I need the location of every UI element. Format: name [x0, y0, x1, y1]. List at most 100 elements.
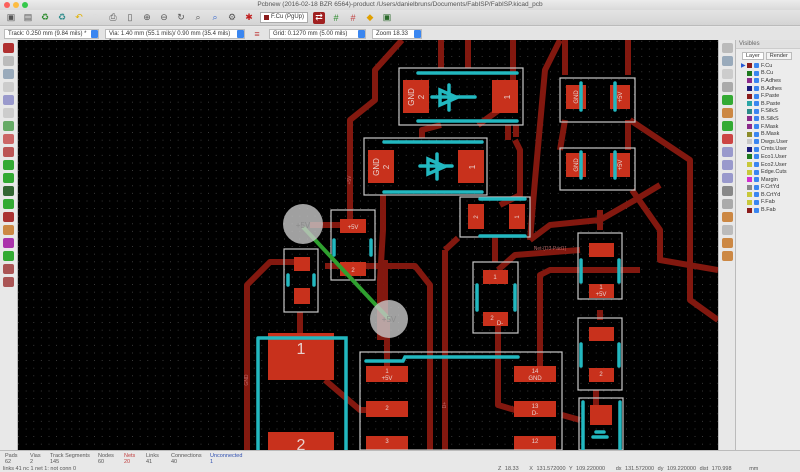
- cursor-shape-icon[interactable]: [3, 108, 14, 118]
- microwave-toolbar-icon[interactable]: [3, 251, 14, 261]
- tab-layer[interactable]: Layer: [742, 52, 764, 60]
- add-text-icon[interactable]: [721, 186, 733, 196]
- minimize-window-button[interactable]: [13, 2, 19, 8]
- layer-row[interactable]: Eco1.User: [736, 153, 800, 161]
- via-sketch-icon[interactable]: [3, 199, 14, 209]
- close-window-button[interactable]: [4, 2, 10, 8]
- layer-row[interactable]: Cmts.User: [736, 146, 800, 154]
- layer-color-swatch[interactable]: [747, 199, 752, 205]
- high-contrast-icon[interactable]: [3, 225, 14, 235]
- layer-visibility-checkbox[interactable]: [754, 131, 759, 137]
- layer-row[interactable]: B.Cu: [736, 70, 800, 78]
- tab-render[interactable]: Render: [765, 52, 792, 60]
- units-mm-icon[interactable]: [3, 95, 14, 105]
- auto-delete-track-icon[interactable]: [3, 147, 14, 157]
- local-ratsnest-icon[interactable]: [721, 69, 733, 79]
- scripting-console-icon[interactable]: ▣: [381, 12, 393, 24]
- layer-pair-icon[interactable]: ⇄: [313, 11, 326, 24]
- layer-row[interactable]: B.CrtYd: [736, 191, 800, 199]
- zoom-select[interactable]: Zoom 18.33: [372, 28, 422, 39]
- add-circle-icon[interactable]: [721, 160, 733, 170]
- grid-icon[interactable]: #: [330, 12, 342, 24]
- drc-icon[interactable]: ✱: [243, 12, 255, 24]
- python-console-icon[interactable]: [3, 277, 14, 287]
- highlight-net-icon[interactable]: [721, 56, 733, 66]
- layer-visibility-checkbox[interactable]: [754, 146, 759, 152]
- layer-row[interactable]: B.Mask: [736, 130, 800, 138]
- layer-row[interactable]: Eco2.User: [736, 161, 800, 169]
- add-footprint-icon[interactable]: [721, 82, 733, 92]
- add-zone-icon[interactable]: [721, 121, 733, 131]
- pcb-canvas[interactable]: +5V +5V GND 2 1 GND 2 1 GND +5V GND +5V …: [18, 37, 720, 454]
- auto-track-width-icon[interactable]: ≡: [251, 29, 263, 39]
- print-icon[interactable]: ⎙: [107, 12, 119, 24]
- layer-visibility-checkbox[interactable]: [754, 108, 759, 114]
- grid-origin-icon[interactable]: [721, 251, 733, 261]
- layer-visibility-checkbox[interactable]: [754, 78, 759, 84]
- autoplace-icon[interactable]: ◆: [364, 12, 376, 24]
- layer-visibility-checkbox[interactable]: [754, 116, 759, 122]
- layer-color-swatch[interactable]: [747, 184, 752, 190]
- layer-row[interactable]: F.SilkS: [736, 108, 800, 116]
- add-arc-icon[interactable]: [721, 173, 733, 183]
- zoom-in-icon[interactable]: ⊕: [141, 12, 153, 24]
- page-settings-icon[interactable]: ♻: [56, 12, 68, 24]
- layer-row[interactable]: F.Mask: [736, 123, 800, 131]
- layer-visibility-checkbox[interactable]: [754, 192, 759, 198]
- save-icon[interactable]: ♻: [39, 12, 51, 24]
- tracks-sketch-icon[interactable]: [3, 212, 14, 222]
- layer-color-swatch[interactable]: [747, 162, 752, 168]
- open-board-icon[interactable]: ▤: [22, 12, 34, 24]
- layer-color-swatch[interactable]: [747, 139, 752, 145]
- ratsnest-icon[interactable]: [3, 121, 14, 131]
- layer-row[interactable]: Edge.Cuts: [736, 168, 800, 176]
- layer-color-swatch[interactable]: [747, 78, 752, 84]
- layer-select[interactable]: F.Cu (PgUp): [260, 12, 309, 23]
- find-icon[interactable]: ⌕: [209, 12, 221, 24]
- zoom-fit-icon[interactable]: ⌕: [192, 12, 204, 24]
- layer-visibility-checkbox[interactable]: [754, 154, 759, 160]
- layer-visibility-checkbox[interactable]: [754, 86, 759, 92]
- layer-row[interactable]: F.CrtYd: [736, 184, 800, 192]
- show-zones-icon[interactable]: [3, 160, 14, 170]
- layer-visibility-checkbox[interactable]: [754, 207, 759, 213]
- layer-visibility-checkbox[interactable]: [754, 93, 759, 99]
- select-arrow-icon[interactable]: [721, 43, 733, 53]
- toggle-layer-icon[interactable]: [3, 264, 14, 274]
- module-ratsnest-icon[interactable]: [3, 134, 14, 144]
- drill-origin-icon[interactable]: [721, 238, 733, 248]
- layer-row[interactable]: B.SilkS: [736, 115, 800, 123]
- units-inch-icon[interactable]: [3, 82, 14, 92]
- layer-color-swatch[interactable]: [747, 154, 752, 160]
- grid-track-icon[interactable]: #: [347, 12, 359, 24]
- layer-color-swatch[interactable]: [747, 124, 752, 130]
- add-target-icon[interactable]: [721, 212, 733, 222]
- layer-color-swatch[interactable]: [747, 63, 752, 69]
- zone-outline-icon[interactable]: [3, 173, 14, 183]
- layer-row[interactable]: F.Paste: [736, 92, 800, 100]
- route-track-icon[interactable]: [721, 95, 733, 105]
- layer-row[interactable]: Margin: [736, 176, 800, 184]
- layer-visibility-checkbox[interactable]: [754, 169, 759, 175]
- layer-visibility-checkbox[interactable]: [754, 70, 759, 76]
- netlist-icon[interactable]: ⚙: [226, 12, 238, 24]
- layer-visibility-checkbox[interactable]: [754, 184, 759, 190]
- add-keepout-icon[interactable]: [721, 134, 733, 144]
- layer-color-swatch[interactable]: [747, 116, 752, 122]
- redraw-icon[interactable]: ↻: [175, 12, 187, 24]
- layer-color-swatch[interactable]: [747, 108, 752, 114]
- layer-color-swatch[interactable]: [747, 146, 752, 152]
- pads-sketch-icon[interactable]: [3, 186, 14, 196]
- layer-color-swatch[interactable]: [747, 169, 752, 175]
- grid-select[interactable]: Grid: 0.1270 mm (5.00 mils): [269, 28, 366, 39]
- layer-color-swatch[interactable]: [747, 177, 752, 183]
- track-width-select[interactable]: Track: 0.250 mm (9.84 mils) *: [4, 28, 99, 39]
- redo-icon[interactable]: ↷: [90, 12, 102, 24]
- add-dimension-icon[interactable]: [721, 199, 733, 209]
- drc-off-icon[interactable]: [3, 43, 14, 53]
- add-via-icon[interactable]: [721, 108, 733, 118]
- layer-row[interactable]: F.Fab: [736, 199, 800, 207]
- layer-color-swatch[interactable]: [747, 207, 752, 213]
- show-grid-icon[interactable]: [3, 56, 14, 66]
- layer-visibility-checkbox[interactable]: [754, 177, 759, 183]
